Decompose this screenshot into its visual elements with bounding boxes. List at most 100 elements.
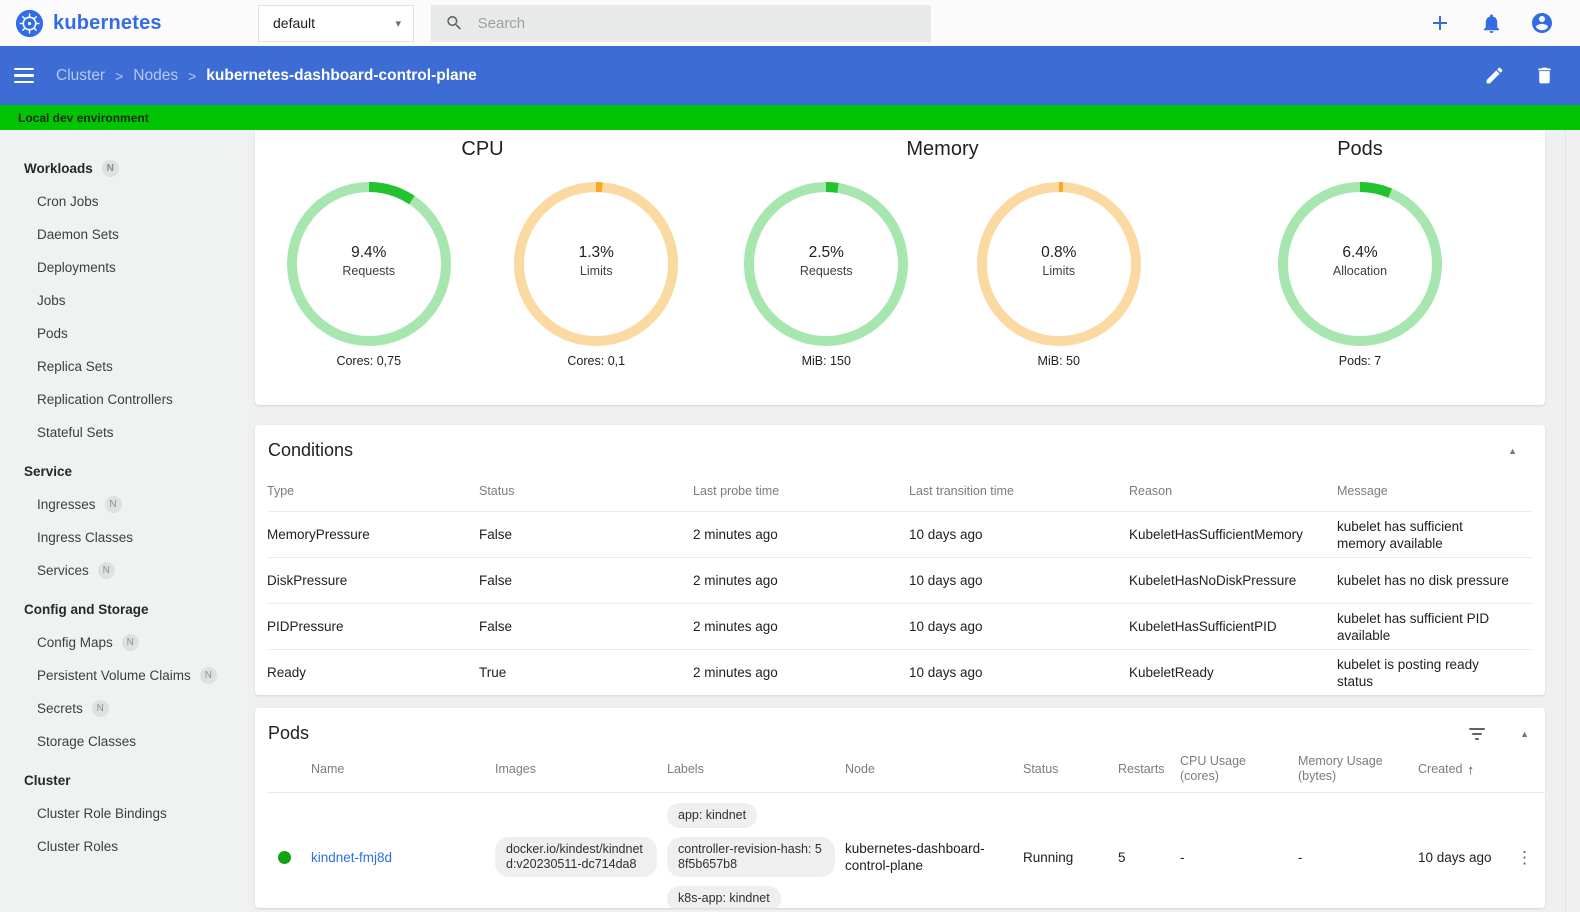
menu-button[interactable] — [14, 64, 38, 88]
donut-label: Requests — [799, 264, 853, 278]
top-actions — [1428, 11, 1580, 35]
memory-requests-donut: 2.5% Requests MiB: 150 — [742, 180, 910, 368]
donut-label: Limits — [1042, 264, 1076, 278]
search-input[interactable] — [477, 14, 917, 32]
condition-status: False — [479, 619, 513, 634]
sidebar-section-cluster: Cluster — [24, 773, 71, 788]
kubernetes-logo[interactable]: kubernetes — [0, 9, 258, 37]
pod-image-chip: docker.io/kindest/kindnetd:v20230511-dc7… — [495, 837, 657, 877]
condition-reason: KubeletHasSufficientPID — [1129, 619, 1277, 634]
scrollbar[interactable] — [1565, 130, 1580, 912]
sidebar-item-stateful-sets[interactable]: Stateful Sets — [0, 416, 247, 449]
condition-last-transition: 10 days ago — [909, 665, 983, 680]
search-icon — [447, 16, 461, 30]
notifications-button[interactable] — [1479, 11, 1503, 35]
namespace-selector[interactable]: default ▾ — [258, 4, 414, 42]
column-header-last-probe-time: Last probe time — [693, 484, 780, 498]
node-actions — [1482, 64, 1556, 88]
collapse-icon[interactable]: ▲ — [1520, 729, 1529, 739]
conditions-card: Conditions ▲ Type Status Last probe time… — [255, 425, 1545, 695]
breadcrumb-bar: Cluster > Nodes > kubernetes-dashboard-c… — [0, 46, 1580, 105]
trash-icon — [1537, 67, 1551, 84]
plus-icon — [1433, 16, 1447, 30]
sidebar-item-daemon-sets[interactable]: Daemon Sets — [0, 218, 247, 251]
column-header-created[interactable]: Created ↑ — [1418, 746, 1516, 792]
condition-reason: KubeletHasSufficientMemory — [1129, 527, 1303, 542]
chevron-right-icon: > — [188, 67, 197, 84]
sidebar-item-replica-sets[interactable]: Replica Sets — [0, 350, 247, 383]
condition-type: MemoryPressure — [267, 527, 370, 542]
sidebar-item-cluster-role-bindings[interactable]: Cluster Role Bindings — [0, 797, 247, 830]
edit-button[interactable] — [1482, 64, 1506, 88]
sidebar-item-cluster-roles[interactable]: Cluster Roles — [0, 830, 247, 863]
column-header-type: Type — [267, 484, 295, 498]
condition-last-probe: 2 minutes ago — [693, 619, 778, 634]
breadcrumb-nodes[interactable]: Nodes — [133, 67, 178, 85]
pod-labels: app: kindnet controller-revision-hash: 5… — [667, 803, 835, 908]
donut-caption: MiB: 50 — [1037, 354, 1080, 368]
sidebar-item-cron-jobs[interactable]: Cron Jobs — [0, 185, 247, 218]
search-bar — [431, 4, 931, 42]
sidebar-item-persistent-volume-claims[interactable]: Persistent Volume Claims N — [0, 659, 247, 692]
cpu-requests-donut: 9.4% Requests Cores: 0,75 — [285, 180, 453, 368]
condition-last-transition: 10 days ago — [909, 619, 983, 634]
sidebar-item-config-maps[interactable]: Config Maps N — [0, 626, 247, 659]
chevron-right-icon: > — [115, 67, 124, 84]
column-header-labels: Labels — [667, 761, 704, 776]
pod-name-link[interactable]: kindnet-fmj8d — [311, 849, 392, 866]
logo-text: kubernetes — [53, 11, 162, 34]
sidebar-item-ingresses[interactable]: Ingresses N — [0, 488, 247, 521]
sidebar-item-jobs[interactable]: Jobs — [0, 284, 247, 317]
user-icon — [1532, 13, 1552, 33]
condition-message: kubelet has sufficient PID available — [1337, 610, 1490, 643]
donut-label: Requests — [342, 264, 396, 278]
pod-node: kubernetes-dashboard-control-plane — [845, 841, 985, 873]
sidebar-section-service: Service — [24, 464, 73, 479]
column-header-message: Message — [1337, 484, 1388, 498]
pod-label-chip: k8s-app: kindnet — [667, 886, 781, 908]
sidebar-section-config-and-storage: Config and Storage — [24, 602, 149, 617]
sidebar-item-pods[interactable]: Pods — [0, 317, 247, 350]
condition-reason: KubeletReady — [1129, 665, 1214, 680]
column-header-memory-usage: Memory Usage (bytes) — [1298, 754, 1383, 783]
cpu-allocation-group: CPU 9.4% Requests Cores: 0,75 1.3% Limit… — [255, 138, 710, 368]
namespace-value: default — [273, 15, 316, 31]
breadcrumb: Cluster > Nodes > kubernetes-dashboard-c… — [56, 67, 477, 85]
environment-banner: Local dev environment — [0, 105, 1580, 130]
table-row: PIDPressure False 2 minutes ago 10 days … — [267, 603, 1533, 649]
donut-percent: 9.4% — [351, 244, 387, 261]
pencil-icon — [1486, 67, 1502, 84]
cpu-limits-donut: 1.3% Limits Cores: 0,1 — [512, 180, 680, 368]
pod-status: Running — [1023, 849, 1074, 865]
column-header-status: Status — [479, 484, 515, 498]
donut-label: Limits — [579, 264, 613, 278]
pod-label-chip: app: kindnet — [667, 803, 758, 828]
table-row: MemoryPressure False 2 minutes ago 10 da… — [267, 511, 1533, 557]
collapse-icon[interactable]: ▲ — [1508, 446, 1517, 456]
account-button[interactable] — [1530, 11, 1554, 35]
condition-type: Ready — [267, 665, 307, 680]
sidebar-item-deployments[interactable]: Deployments — [0, 251, 247, 284]
environment-banner-text: Local dev environment — [18, 110, 149, 125]
kebab-menu-icon[interactable]: ⋮ — [1516, 849, 1533, 866]
column-header-last-transition-time: Last transition time — [909, 484, 1014, 498]
column-header-status-dot — [267, 746, 311, 792]
breadcrumb-cluster[interactable]: Cluster — [56, 67, 105, 85]
donut-caption: Cores: 0,1 — [567, 354, 626, 368]
sidebar-item-secrets[interactable]: Secrets N — [0, 692, 247, 725]
delete-button[interactable] — [1532, 64, 1556, 88]
new-badge: N — [91, 700, 109, 717]
new-badge: N — [101, 160, 119, 177]
create-resource-button[interactable] — [1428, 11, 1452, 35]
filter-icon[interactable] — [1468, 727, 1486, 740]
sidebar-section-workloads: Workloads N — [0, 152, 247, 185]
sidebar-item-services[interactable]: Services N — [0, 554, 247, 587]
donut-percent: 1.3% — [578, 244, 614, 261]
condition-status: True — [479, 665, 507, 680]
table-row[interactable]: kindnet-fmj8d docker.io/kindest/kindnetd… — [267, 792, 1545, 908]
column-header-restarts: Restarts — [1118, 761, 1165, 776]
memory-limits-donut: 0.8% Limits MiB: 50 — [975, 180, 1143, 368]
sidebar-item-storage-classes[interactable]: Storage Classes — [0, 725, 247, 758]
sidebar-item-ingress-classes[interactable]: Ingress Classes — [0, 521, 247, 554]
sidebar-item-replication-controllers[interactable]: Replication Controllers — [0, 383, 247, 416]
